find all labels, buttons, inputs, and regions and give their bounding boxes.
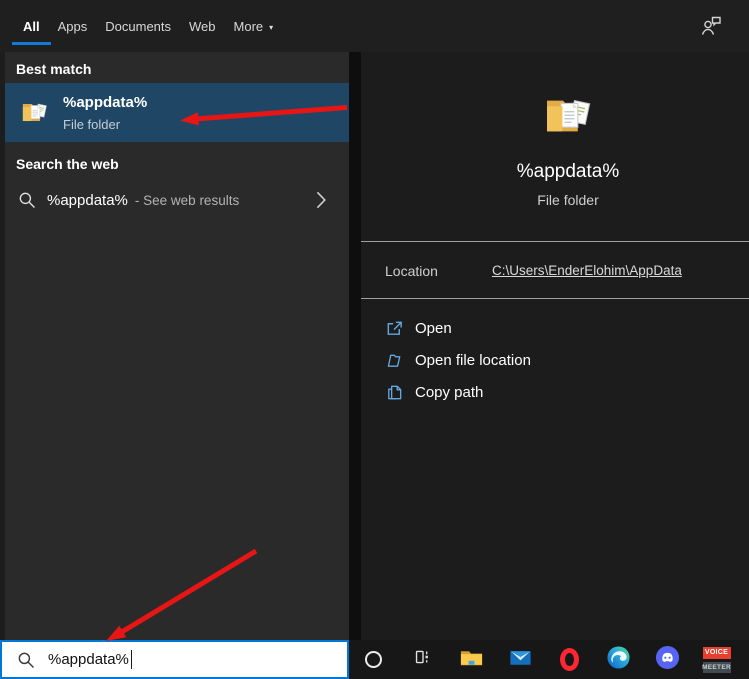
- preview-title: %appdata%: [516, 161, 620, 182]
- person-chat-icon: [698, 16, 724, 43]
- web-result-query: %appdata%: [47, 191, 128, 209]
- web-result-suffix: - See web results: [134, 192, 240, 208]
- action-copy-path-label: Copy path: [415, 383, 484, 401]
- location-label: Location: [385, 263, 438, 279]
- preview-subtitle: File folder: [537, 192, 599, 208]
- search-input[interactable]: %appdata%: [0, 640, 349, 679]
- task-view-icon: [411, 645, 435, 674]
- copy-icon: [385, 383, 404, 402]
- folder-documents-icon: [19, 97, 50, 128]
- best-match-title: %appdata%: [63, 93, 148, 111]
- file-explorer-icon: [459, 645, 484, 675]
- taskbar-cortana-button[interactable]: [349, 640, 398, 679]
- mail-icon: [508, 645, 533, 675]
- edge-icon: [606, 645, 631, 675]
- taskbar-mail-button[interactable]: [496, 640, 545, 679]
- best-match-subtitle: File folder: [63, 116, 121, 132]
- divider-top: [361, 241, 749, 242]
- taskbar-file-explorer-button[interactable]: [447, 640, 496, 679]
- opera-icon: [560, 648, 579, 671]
- chevron-down-icon: ▾: [269, 22, 274, 32]
- voicemeeter-icon-bottom-text: MEETER: [702, 661, 731, 673]
- taskbar-task-view-button[interactable]: [398, 640, 447, 679]
- web-search-result[interactable]: %appdata% - See web results: [5, 178, 349, 222]
- action-open-label: Open: [415, 319, 452, 337]
- action-open-file-location-label: Open file location: [415, 351, 531, 369]
- tab-more-label: More: [233, 18, 264, 34]
- open-external-icon: [385, 319, 404, 338]
- taskbar-voicemeeter-button[interactable]: VOICE MEETER: [692, 640, 741, 679]
- folder-documents-icon-large: [540, 88, 596, 144]
- folder-outline-icon: [385, 351, 404, 370]
- tab-all[interactable]: All: [12, 19, 51, 45]
- discord-icon: [655, 645, 680, 675]
- voicemeeter-icon: VOICE MEETER: [702, 646, 731, 673]
- voicemeeter-icon-top-text: VOICE: [702, 646, 731, 659]
- search-filter-bar: All Apps Documents Web More ▾: [0, 0, 749, 52]
- text-cursor: [130, 650, 132, 669]
- best-match-result[interactable]: %appdata% File folder: [5, 83, 349, 142]
- best-match-header: Best match: [16, 61, 92, 77]
- tab-web[interactable]: Web: [189, 19, 216, 34]
- result-preview-panel: %appdata% File folder Location C:\Users\…: [361, 52, 749, 640]
- tab-documents[interactable]: Documents: [105, 19, 171, 34]
- search-icon: [17, 651, 35, 669]
- divider-bottom: [361, 298, 749, 299]
- action-open-file-location[interactable]: Open file location: [361, 344, 749, 376]
- action-open[interactable]: Open: [361, 312, 749, 344]
- tab-more[interactable]: More ▾: [234, 19, 274, 34]
- windows-search-flyout: All Apps Documents Web More ▾ Best match: [0, 0, 749, 679]
- taskbar-discord-button[interactable]: [643, 640, 692, 679]
- cortana-icon: [365, 651, 382, 668]
- taskbar: VOICE MEETER: [349, 640, 749, 679]
- search-results-panel: Best match %appdata% File folder Search …: [0, 52, 349, 640]
- taskbar-opera-button[interactable]: [545, 640, 594, 679]
- taskbar-edge-button[interactable]: [594, 640, 643, 679]
- chevron-right-icon: [315, 191, 327, 209]
- best-match-text: %appdata% File folder: [63, 94, 147, 132]
- action-list: Open Open file location Copy path: [361, 312, 749, 408]
- search-input-value: %appdata%: [48, 651, 129, 668]
- location-path-link[interactable]: C:\Users\EnderElohim\AppData: [492, 263, 682, 278]
- filter-tabs: All Apps Documents Web More ▾: [12, 0, 274, 52]
- search-icon: [18, 191, 36, 209]
- panel-divider-gap: [349, 52, 361, 640]
- action-copy-path[interactable]: Copy path: [361, 376, 749, 408]
- preview-header: %appdata% File folder: [374, 52, 749, 208]
- tab-apps[interactable]: Apps: [58, 19, 88, 34]
- search-web-header: Search the web: [16, 156, 119, 172]
- user-feedback-button[interactable]: [698, 13, 724, 39]
